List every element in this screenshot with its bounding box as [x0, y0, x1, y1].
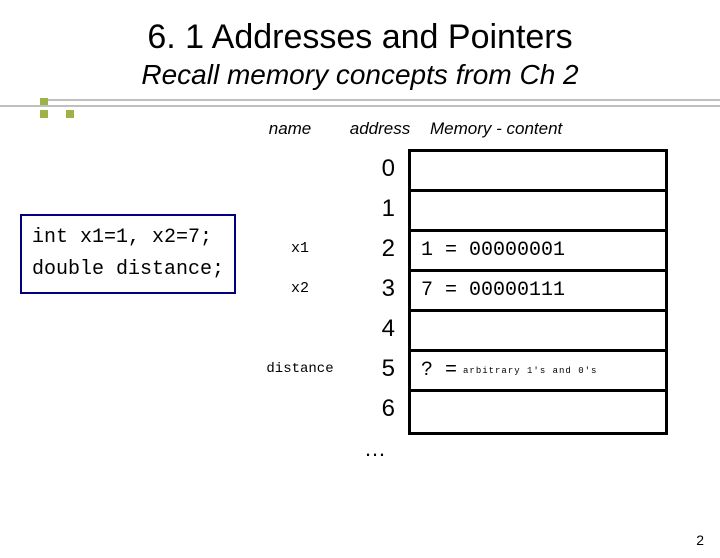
name-column: x1 x2 distance [260, 149, 340, 429]
mem-cell-2: 1 = 00000001 [411, 232, 665, 272]
diagram: name address Memory - content int x1=1, … [0, 119, 720, 499]
addr-4: 4 [355, 309, 395, 349]
addr-1: 1 [355, 189, 395, 229]
mem-cell-5-arbitrary: arbitrary 1's and 0's [463, 366, 597, 376]
mem-cell-5: ? = arbitrary 1's and 0's [411, 352, 665, 392]
slide-title: 6. 1 Addresses and Pointers [0, 18, 720, 57]
addr-3: 3 [355, 269, 395, 309]
memory-box: 1 = 00000001 7 = 00000111 ? = arbitrary … [408, 149, 668, 435]
code-box: int x1=1, x2=7; double distance; [20, 214, 236, 294]
var-name-x2: x2 [260, 269, 340, 309]
code-line-2: double distance; [32, 254, 224, 286]
page-number: 2 [696, 532, 704, 548]
column-headers: name address Memory - content [240, 119, 670, 139]
mem-cell-3: 7 = 00000111 [411, 272, 665, 312]
mem-cell-5-prefix: ? = [421, 359, 457, 382]
addr-0: 0 [355, 149, 395, 189]
addr-6: 6 [355, 389, 395, 429]
var-name-distance: distance [260, 349, 340, 389]
var-name-x1: x1 [260, 229, 340, 269]
mem-cell-1 [411, 192, 665, 232]
mem-cell-6 [411, 392, 665, 432]
slide-subtitle: Recall memory concepts from Ch 2 [0, 59, 720, 91]
address-column: 0 1 2 3 4 5 6 … [355, 149, 395, 469]
addr-ellipsis: … [355, 429, 395, 469]
mem-cell-4 [411, 312, 665, 352]
header-address: address [340, 119, 420, 139]
divider [0, 99, 720, 113]
addr-5: 5 [355, 349, 395, 389]
mem-cell-0 [411, 152, 665, 192]
header-name: name [240, 119, 340, 139]
header-memory: Memory - content [420, 119, 670, 139]
code-line-1: int x1=1, x2=7; [32, 222, 224, 254]
addr-2: 2 [355, 229, 395, 269]
